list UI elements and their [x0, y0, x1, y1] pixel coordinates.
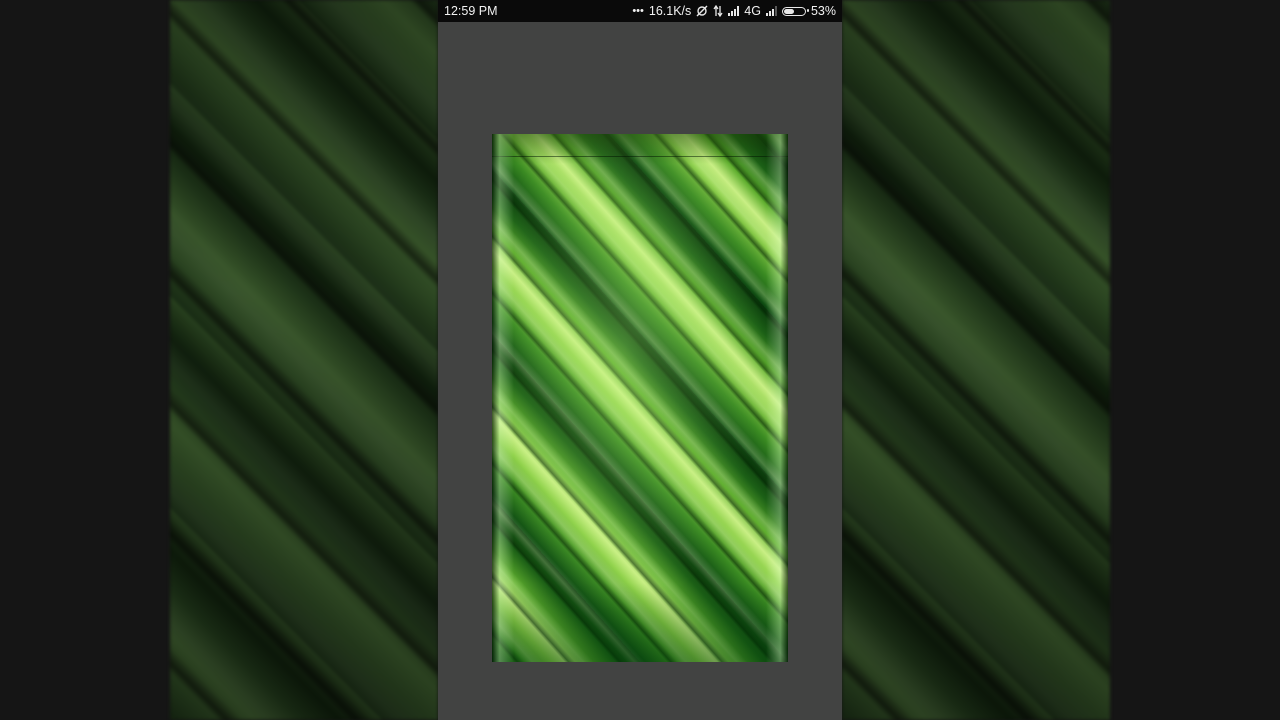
status-bar: 12:59 PM ••• 16.1K/s 4G 53%: [438, 0, 842, 22]
status-indicators: ••• 16.1K/s 4G 53%: [632, 4, 836, 18]
more-notifications-icon: •••: [632, 5, 644, 17]
network-speed: 16.1K/s: [648, 4, 692, 18]
battery-icon: [781, 6, 809, 16]
preview-status-divider: [492, 156, 788, 157]
curved-edge-left: [492, 134, 514, 662]
status-time: 12:59 PM: [444, 4, 498, 18]
signal-strength-icon: [728, 6, 740, 16]
blurred-background-left: [170, 0, 438, 720]
blurred-background-right: [842, 0, 1110, 720]
network-type: 4G: [744, 4, 761, 18]
battery-fill: [783, 8, 794, 14]
secondary-signal-icon: [765, 6, 777, 16]
sync-icon: [696, 5, 708, 17]
data-transfer-icon: [713, 5, 723, 17]
video-frame: 12:59 PM ••• 16.1K/s 4G 53%: [0, 0, 1280, 720]
phone-screen: 12:59 PM ••• 16.1K/s 4G 53%: [438, 0, 842, 720]
curved-edge-right: [766, 134, 788, 662]
battery-percent: 53%: [810, 4, 836, 18]
wallpaper-preview[interactable]: [492, 134, 788, 662]
